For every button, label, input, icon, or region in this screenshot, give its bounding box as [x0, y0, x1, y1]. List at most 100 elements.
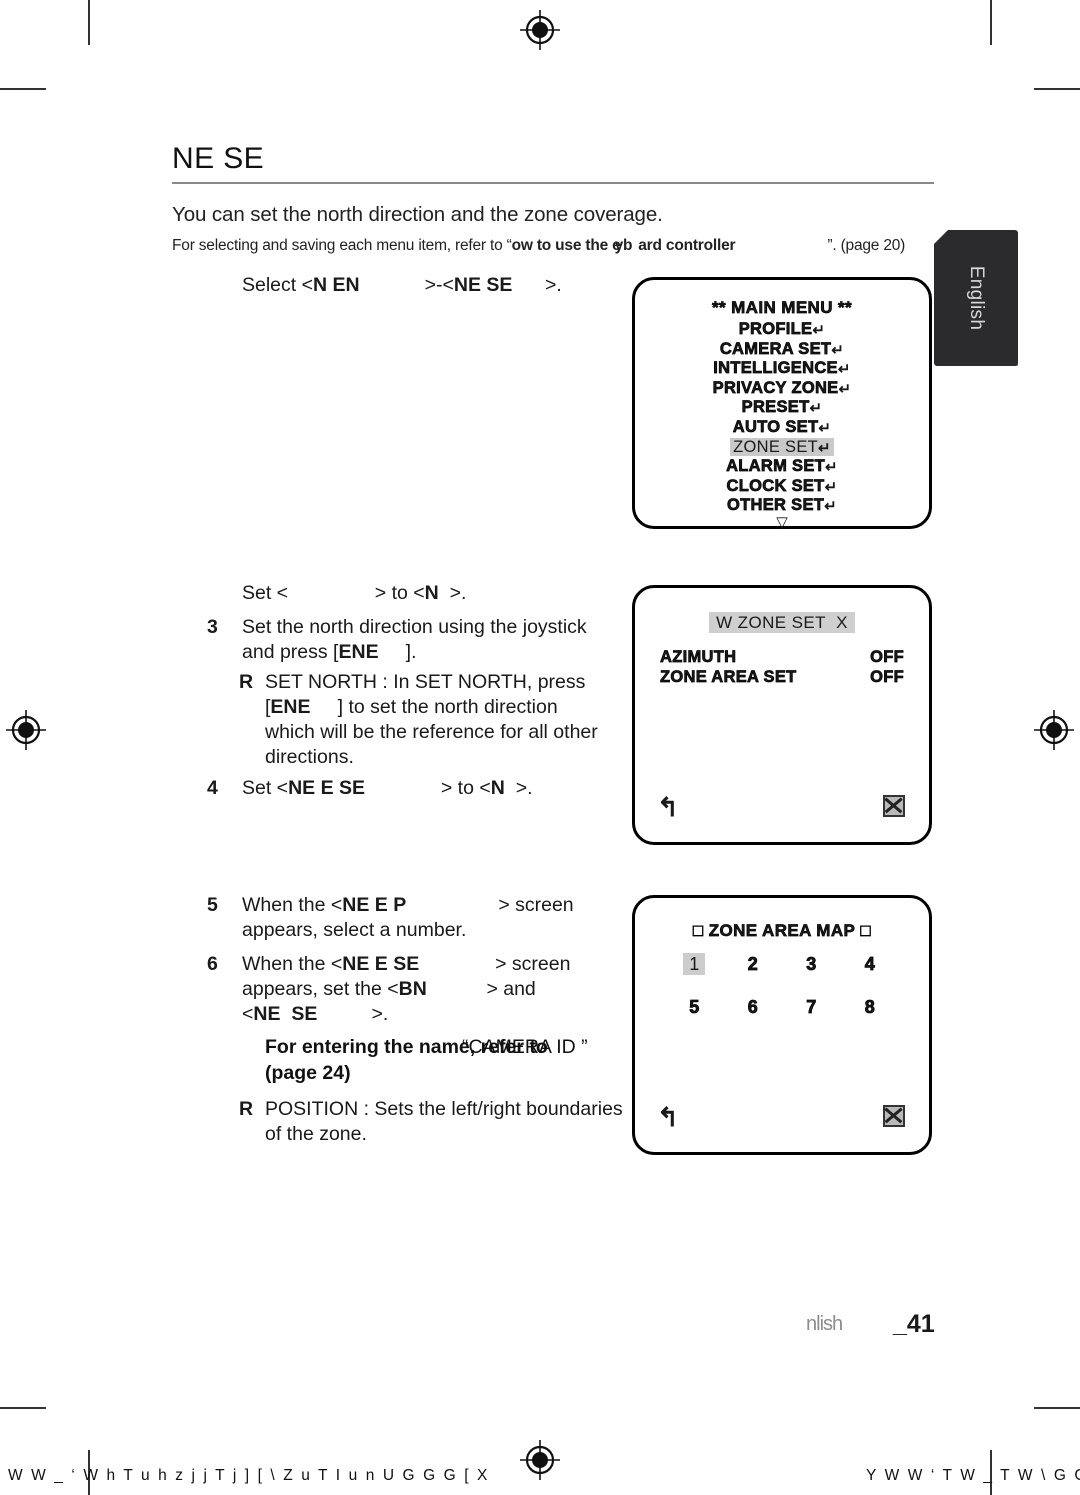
osd-zone-number-grid: 1 2 3 4 5 6 7 8	[665, 953, 900, 1018]
osd-menu-item-label: ZONE SET	[733, 437, 819, 456]
enter-arrow-icon: ↵	[824, 478, 838, 496]
text-line: of the zone.	[265, 1122, 623, 1147]
plain-text: Set <	[242, 777, 289, 799]
printer-mark-bottom-left: W W _ ‘ W h T u h z j j T j ] [ \ Z u T …	[8, 1467, 490, 1484]
osd-menu-item-label: PROFILE	[738, 320, 813, 339]
osd-menu-item-selection-highlight: ZONE SET↵	[730, 437, 834, 457]
osd-zone-cell-5[interactable]: 5	[665, 997, 724, 1018]
plain-text: > to <	[365, 777, 491, 799]
lead-paragraph: You can set the north direction and the …	[172, 203, 663, 226]
language-side-tab: English	[934, 230, 1018, 366]
manual-page: NE SE You can set the north direction an…	[0, 0, 1080, 1495]
plain-text: of the zone.	[265, 1123, 367, 1145]
osd-row-azimuth-label[interactable]: AZIMUTH	[660, 648, 737, 667]
osd-menu-item-profile[interactable]: PROFILE↵	[635, 320, 929, 340]
osd-menu-item-label: INTELLIGENCE	[713, 359, 838, 378]
osd-zone-cell-2[interactable]: 2	[724, 954, 783, 975]
osd-zone-area-map-title: □ ZONE AREA MAP □	[635, 921, 929, 941]
emphasis-text: NE E SE	[288, 777, 366, 799]
plain-text: SET NORTH : In SET NORTH, press	[265, 671, 586, 693]
crop-mark-top-left	[88, 0, 90, 45]
enter-arrow-icon: ↵	[818, 419, 832, 437]
registration-target-right-icon	[1034, 710, 1074, 750]
osd-main-menu-list: PROFILE↵ CAMERA SET↵ INTELLIGENCE↵ PRIVACY …	[635, 320, 929, 516]
plain-text: > screen	[406, 894, 574, 916]
osd-menu-item-label: PRESET	[741, 398, 810, 417]
osd-zone-area-map-title-prefix: □	[692, 921, 704, 941]
text-line: Set the north direction using the joysti…	[242, 615, 587, 640]
note-position: R POSITION : Sets the left/right boundari…	[239, 1097, 623, 1147]
osd-main-menu-title: ** MAIN MENU **	[711, 298, 853, 318]
step-select-menu: Select <N EN >-<NE SE >.	[242, 273, 562, 298]
osd-menu-item-auto-set[interactable]: AUTO SET↵	[635, 418, 929, 438]
osd-menu-item-preset[interactable]: PRESET↵	[635, 398, 929, 418]
enter-arrow-icon: ↵	[818, 439, 831, 457]
osd-menu-item-clock-set[interactable]: CLOCK SET↵	[635, 476, 929, 497]
osd-row-azimuth-value[interactable]: OFF	[870, 648, 904, 667]
osd-zone-cell-8[interactable]: 8	[841, 997, 900, 1018]
emphasis-text: ENE	[338, 641, 379, 663]
osd-more-caret-icon: ▽	[776, 514, 788, 531]
language-side-tab-label: English	[966, 265, 987, 331]
osd-menu-item-label: PRIVACY ZONE	[712, 378, 839, 397]
osd-menu-item-camera-set[interactable]: CAMERA SET↵	[635, 339, 929, 360]
enter-arrow-icon: ↵	[838, 380, 852, 398]
camera-id-note-line2: (page 24)	[265, 1062, 351, 1084]
reference-note-overlap-glyph: yb	[614, 237, 633, 254]
osd-zone-set-title: W ZONE SET X	[635, 612, 929, 633]
emphasis-text: B	[398, 978, 413, 1000]
osd-menu-item-intelligence[interactable]: INTELLIGENCE↵	[635, 359, 929, 379]
emphasis-text: NE SE	[253, 1003, 318, 1025]
osd-zone-cell-label: 3	[806, 954, 817, 975]
text-line: which will be the reference for all othe…	[265, 720, 598, 745]
osd-zone-cell-label: 1	[683, 953, 706, 975]
osd-zone-set-title-highlight: W ZONE SET X	[709, 612, 855, 633]
emphasis-text: N	[424, 582, 439, 604]
osd-menu-item-privacy-zone[interactable]: PRIVACY ZONE↵	[635, 378, 929, 399]
osd-zone-set-back-icon[interactable]: ↰	[657, 794, 679, 820]
plain-text: <	[242, 1003, 254, 1025]
osd-zone-area-map-back-icon[interactable]: ↰	[657, 1104, 679, 1130]
crop-mark-right-bottom	[1034, 1407, 1080, 1409]
emphasis-text: N	[412, 978, 427, 1000]
osd-zone-cell-6[interactable]: 6	[724, 997, 783, 1018]
page-title: NE SE	[172, 142, 265, 175]
step-number: 4	[207, 777, 218, 799]
emphasis-text: N	[490, 777, 505, 799]
footer-language: nlish	[806, 1313, 843, 1335]
text-line: Select <N EN >-<NE SE >.	[242, 273, 562, 298]
plain-text: >.	[512, 274, 562, 296]
plain-text: > and	[426, 978, 536, 1000]
osd-zone-cell-label: 4	[864, 954, 875, 975]
osd-zone-area-map-close-icon[interactable]	[883, 1105, 905, 1127]
step-set-north-direction: 3 Set the north direction using the joyst…	[207, 615, 587, 665]
enter-arrow-icon: ↵	[812, 322, 826, 339]
plain-text: When the <	[242, 953, 343, 975]
osd-zone-cell-label: 8	[864, 997, 875, 1018]
reference-note-prefix: For selecting and saving each menu item,…	[172, 237, 512, 254]
osd-row-zone-area-set-label[interactable]: ZONE AREA SET	[660, 668, 797, 687]
step-zone-setup: 6 When the <NE E SE > screen appears, set …	[207, 952, 570, 1027]
osd-zone-area-map-title-text: ZONE AREA MAP	[708, 921, 856, 941]
text-line: <NE SE >.	[242, 1002, 570, 1027]
osd-zone-cell-3[interactable]: 3	[782, 954, 841, 975]
osd-menu-item-alarm-set[interactable]: ALARM SET↵	[635, 457, 929, 477]
plain-text: >.	[504, 777, 533, 799]
text-line: POSITION : Sets the left/right boundarie…	[265, 1097, 623, 1122]
plain-text: >-<	[359, 274, 454, 296]
osd-zone-set-close-icon[interactable]	[883, 795, 905, 817]
text-line: SET NORTH : In SET NORTH, press	[265, 670, 598, 695]
osd-zone-cell-4[interactable]: 4	[841, 954, 900, 975]
plain-text: directions.	[265, 746, 354, 768]
registration-target-left-icon	[6, 710, 46, 750]
emphasis-text: ENE	[270, 696, 311, 718]
crop-mark-left-bottom	[0, 1407, 46, 1409]
text-line: appears, select a number.	[242, 918, 574, 943]
osd-zone-cell-1[interactable]: 1	[665, 953, 724, 975]
osd-row-zone-area-set-value[interactable]: OFF	[870, 668, 904, 687]
step-number: 6	[207, 953, 218, 975]
osd-zone-cell-7[interactable]: 7	[782, 997, 841, 1018]
osd-menu-item-zone-set[interactable]: ZONE SET↵	[635, 437, 929, 458]
osd-zone-area-map: □ ZONE AREA MAP □ 1 2 3 4 5 6 7 8 ↰	[632, 895, 932, 1155]
osd-zone-set-title-text: ZONE SET	[737, 613, 826, 632]
